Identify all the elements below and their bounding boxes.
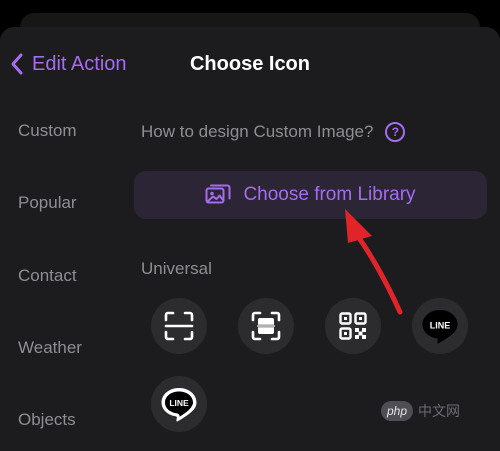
back-button-label: Edit Action	[32, 52, 127, 75]
sidebar-item-popular[interactable]: Popular	[18, 193, 77, 213]
watermark: php 中文网	[381, 401, 460, 421]
page-title: Choose Icon	[189, 53, 310, 75]
line-app-outline-icon: LINE	[161, 388, 197, 422]
icon-option-scan-document[interactable]	[238, 298, 294, 354]
section-label-universal: Universal	[141, 259, 212, 278]
choose-from-library-button[interactable]: Choose from Library	[134, 171, 487, 219]
sidebar-item-contact[interactable]: Contact	[18, 266, 77, 286]
watermark-logo: php	[381, 401, 413, 421]
icon-option-qr-code[interactable]	[325, 298, 381, 354]
scan-frame-icon	[164, 311, 194, 341]
question-mark-icon[interactable]: ?	[385, 122, 406, 142]
icon-option-line-app[interactable]: LINE	[412, 298, 468, 354]
watermark-text: 中文网	[418, 403, 460, 419]
photo-library-icon	[205, 184, 231, 204]
back-button[interactable]: Edit Action	[10, 49, 127, 79]
sidebar-item-weather[interactable]: Weather	[18, 338, 82, 358]
custom-image-help-row: How to design Custom Image? ?	[141, 121, 406, 143]
choose-icon-sheet	[0, 27, 500, 451]
custom-image-help-text: How to design Custom Image?	[141, 122, 374, 141]
icon-option-scan-frame[interactable]	[151, 298, 207, 354]
line-app-outline-icon-text: LINE	[169, 398, 189, 408]
icon-option-line-app-outline[interactable]: LINE	[151, 376, 207, 432]
screen: Edit Action Choose Icon Custom Popular C…	[0, 0, 500, 451]
scan-document-icon	[251, 311, 281, 341]
choose-from-library-label: Choose from Library	[243, 184, 416, 205]
line-app-icon-text: LINE	[430, 321, 451, 331]
sidebar-item-custom[interactable]: Custom	[18, 121, 77, 141]
line-app-icon: LINE	[422, 310, 458, 344]
sidebar-item-objects[interactable]: Objects	[18, 410, 76, 430]
chevron-left-icon	[11, 53, 23, 75]
qr-code-icon	[339, 312, 367, 340]
